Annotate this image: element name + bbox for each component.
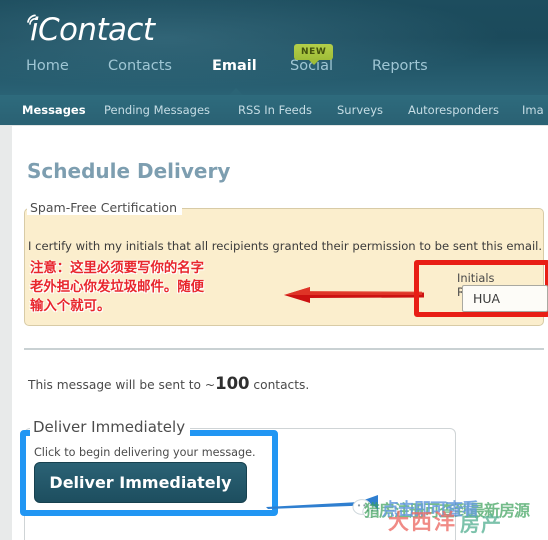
section-divider (24, 348, 544, 350)
recipients-summary: This message will be sent to ~100 contac… (28, 374, 309, 393)
subnav-item-pending-messages[interactable]: Pending Messages (104, 103, 210, 117)
annotation-line-2: 老外担心你发垃圾邮件。随便 (30, 280, 205, 295)
sub-navigation: Messages Pending Messages RSS In Feeds S… (0, 95, 548, 126)
main-navigation: Home Contacts Email Social Reports (0, 58, 548, 95)
recipients-prefix: This message will be sent to ~ (28, 378, 216, 392)
red-left-arrow-icon (284, 287, 424, 303)
chinese-annotation: 注意：这里必须要写你的名字 老外担心你发垃圾邮件。随便 输入个就可。 (30, 259, 292, 316)
brand-logo-text: iContact (30, 12, 155, 48)
recipients-count: 100 (215, 374, 250, 393)
subnav-item-messages[interactable]: Messages (22, 103, 86, 117)
site-header: iContact NEW Home Contacts Email Social … (0, 0, 548, 95)
watermark-red-text: 大西洋 (388, 510, 457, 534)
subnav-item-surveys[interactable]: Surveys (337, 103, 383, 117)
initials-input[interactable] (462, 285, 548, 312)
annotation-line-3: 输入个就可。 (30, 299, 111, 314)
nav-item-reports[interactable]: Reports (372, 58, 428, 74)
watermark-teal-text: 房产 (460, 512, 502, 536)
deliver-hint-text: Click to begin delivering your message. (34, 446, 256, 459)
wifi-signal-icon (27, 14, 36, 25)
certification-legend: Spam-Free Certification (27, 200, 182, 215)
active-tab-caret-icon (229, 88, 243, 95)
subnav-item-images[interactable]: Ima (522, 103, 544, 117)
nav-item-email[interactable]: Email (212, 58, 257, 74)
deliver-legend: Deliver Immediately (30, 418, 191, 436)
subnav-item-rss-in-feeds[interactable]: RSS In Feeds (238, 103, 312, 117)
new-badge: NEW (294, 44, 334, 65)
left-gutter (0, 126, 12, 540)
certification-text: I certify with my initials that all reci… (28, 239, 543, 253)
recipients-suffix: contacts. (249, 378, 310, 392)
brand-logo[interactable]: iContact (30, 12, 155, 48)
annotation-line-1: 注意：这里必须要写你的名字 (30, 261, 205, 276)
page-root: iContact NEW Home Contacts Email Social … (0, 0, 548, 540)
nav-item-home[interactable]: Home (26, 58, 69, 74)
main-content: Schedule Delivery Spam-Free Certificatio… (12, 126, 548, 540)
deliver-immediately-button[interactable]: Deliver Immediately (34, 462, 247, 503)
subnav-item-autoresponders[interactable]: Autoresponders (408, 103, 499, 117)
page-title: Schedule Delivery (27, 159, 231, 183)
watermark-overlay: 猎房注册可查到最新房源 点击即可查看 大西洋 房产 (364, 494, 548, 536)
nav-item-contacts[interactable]: Contacts (108, 58, 172, 74)
